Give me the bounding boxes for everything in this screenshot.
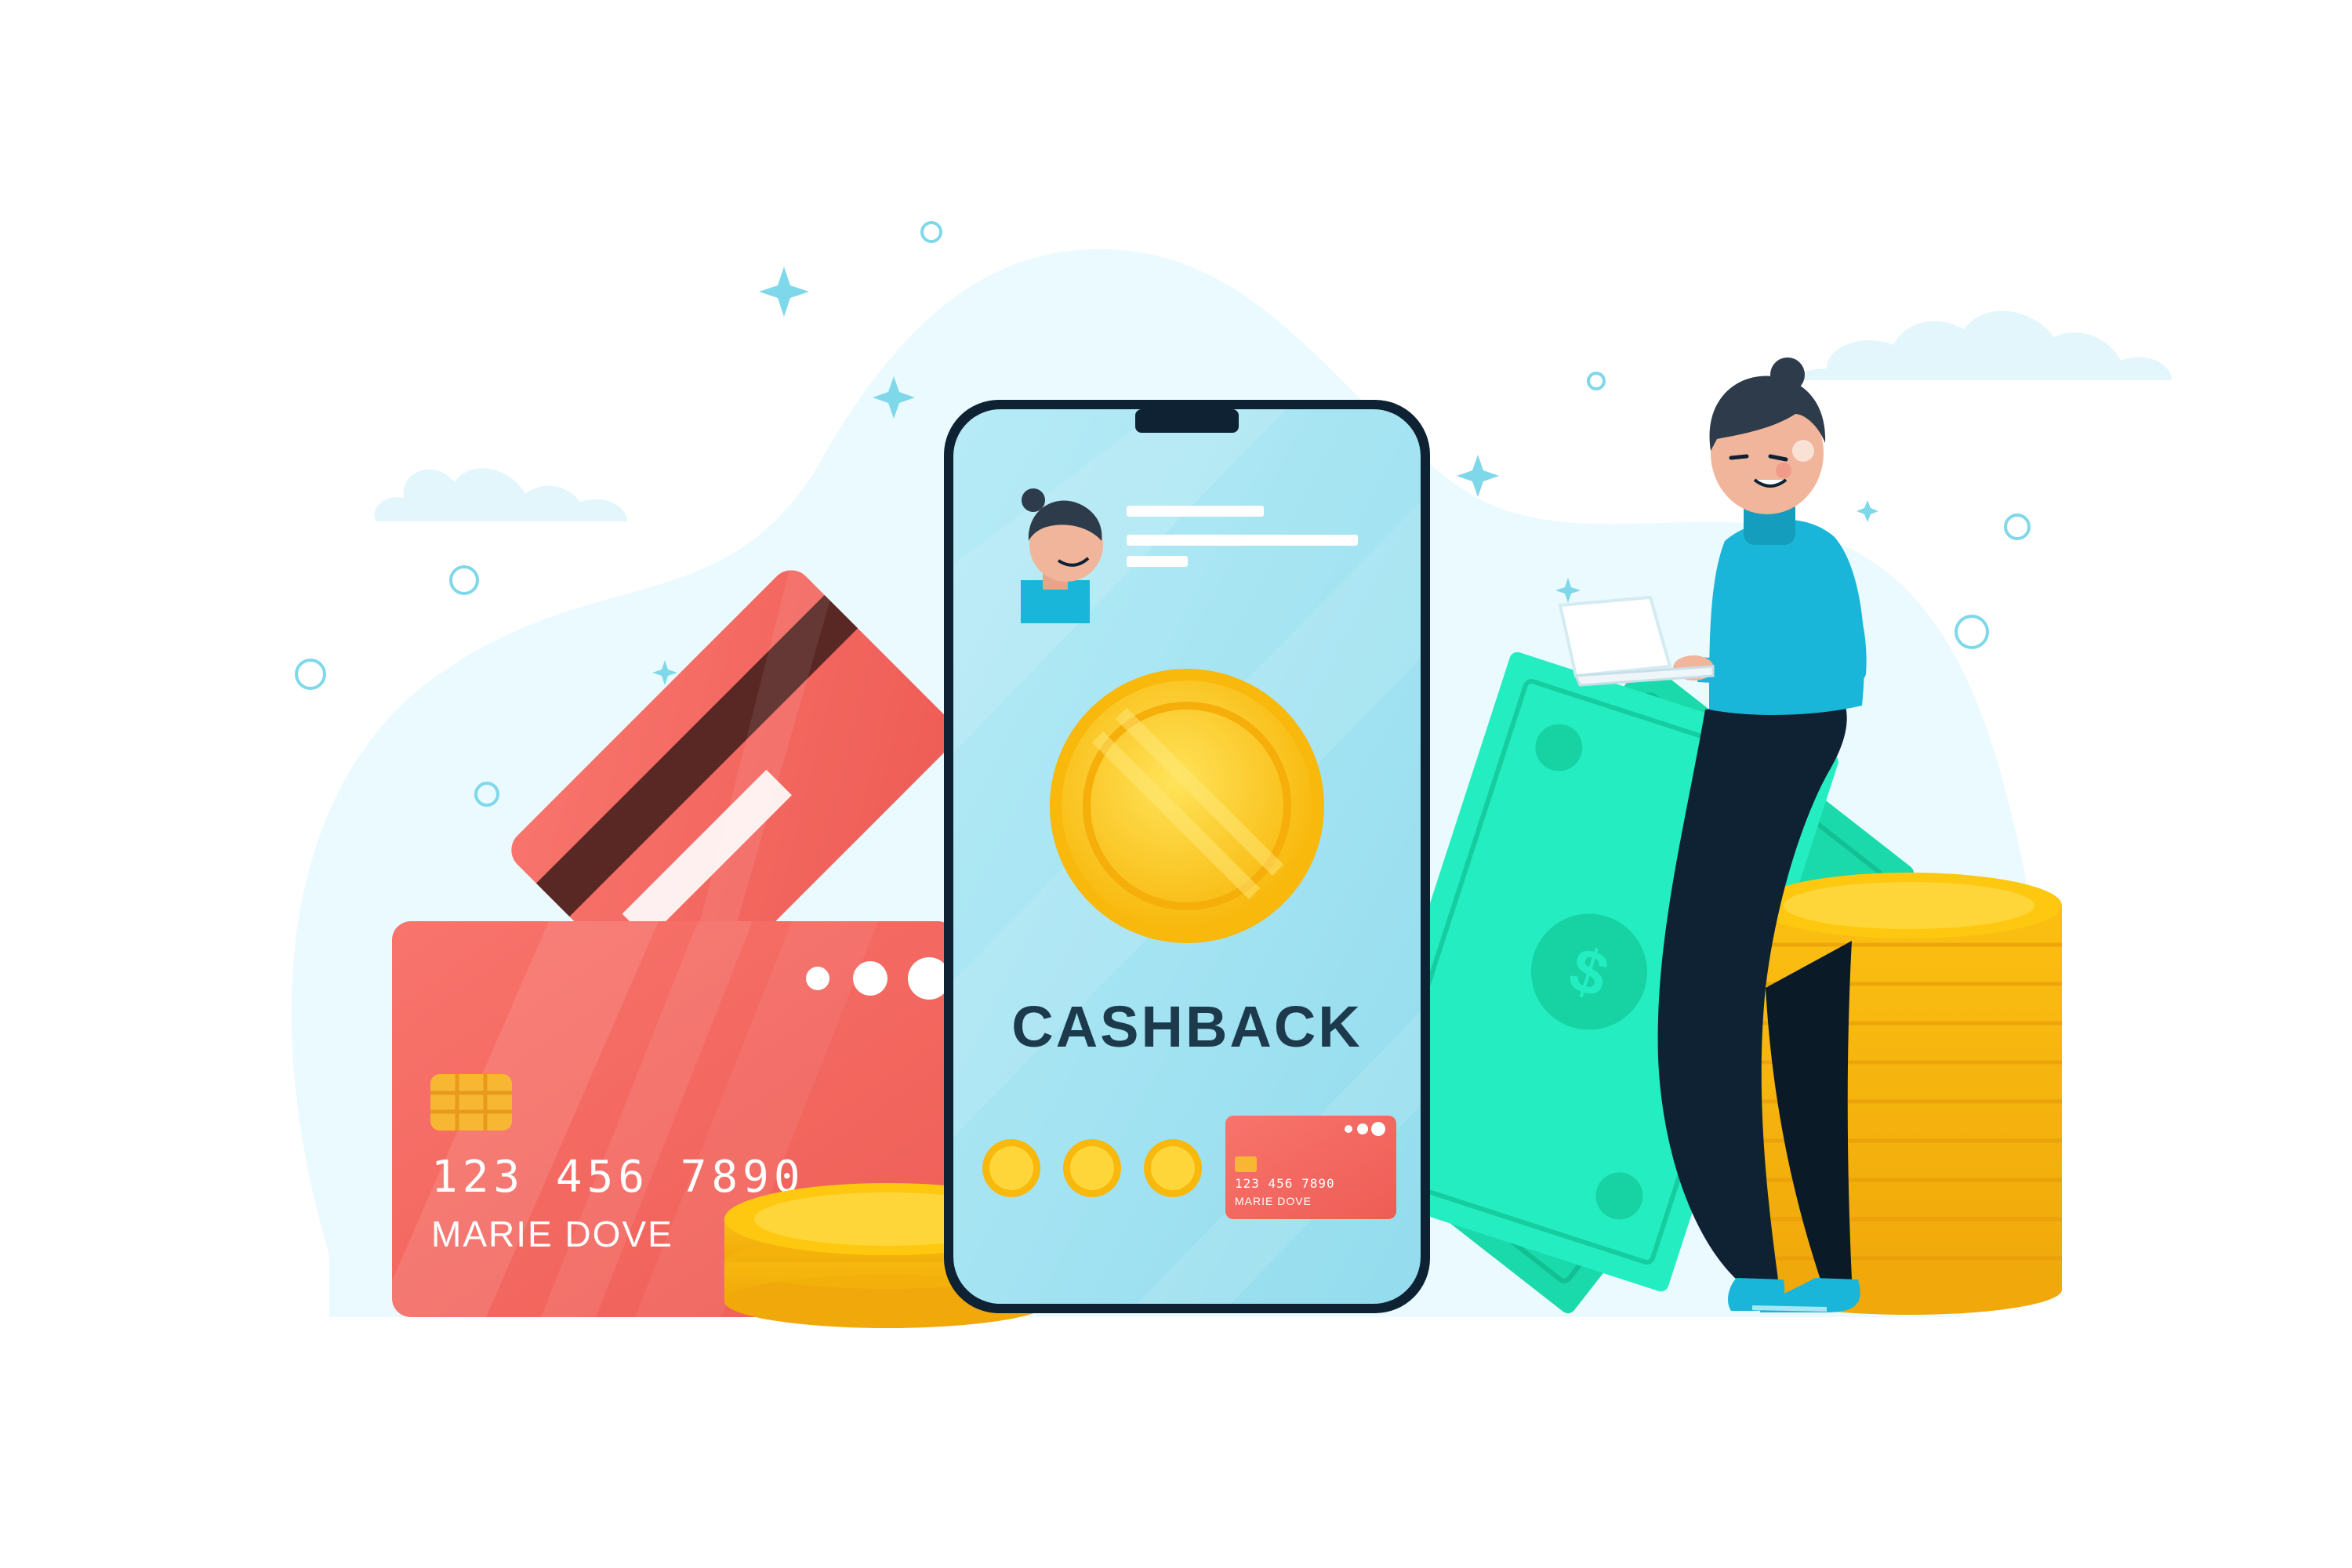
card-chip-icon [430, 1074, 512, 1131]
mini-card-number: 123 456 7890 [1235, 1176, 1335, 1191]
cashback-headline: CASHBACK [1011, 994, 1362, 1059]
cloud-left [314, 468, 627, 521]
card-holder-name: MARIE DOVE [431, 1214, 673, 1254]
card-number: 123 456 7890 [431, 1152, 805, 1203]
smartphone: CASHBACK 123 456 7890 MARIE DOVE [944, 400, 1430, 1313]
cashback-illustration: $ 123 456 7890 MARIE DOVE CASHBACK 123 4… [291, 221, 2172, 1328]
small-coins-row [982, 1139, 1202, 1197]
phone-mini-card: 123 456 7890 MARIE DOVE [1225, 1116, 1396, 1219]
mini-card-holder: MARIE DOVE [1235, 1195, 1312, 1207]
cloud-right [1795, 310, 2172, 380]
cashback-coin-icon [1050, 669, 1324, 943]
phone-notch [1135, 409, 1239, 433]
